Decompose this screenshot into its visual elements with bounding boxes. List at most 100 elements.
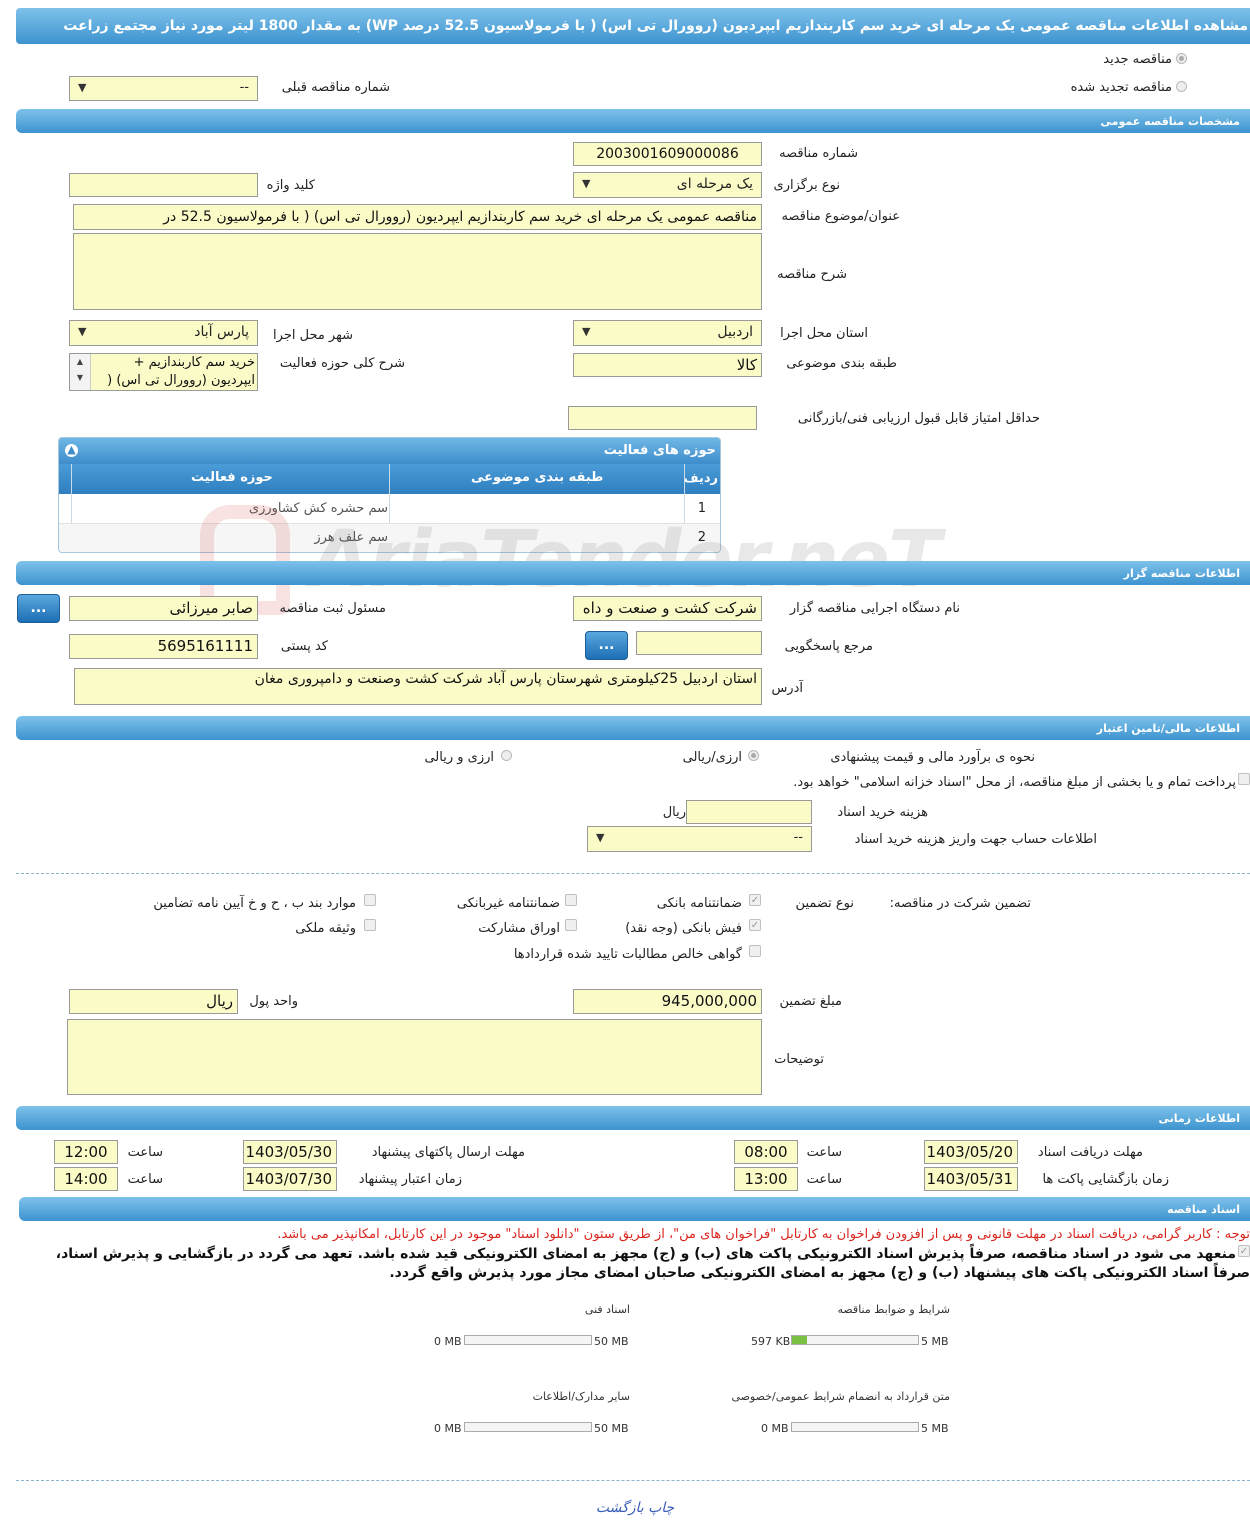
table-row: 1 سم حشره کش کشاورزی: [59, 495, 720, 524]
scope-listbox[interactable]: خرید سم کاربندازیم + ایپردیون (روورال تی…: [69, 353, 258, 391]
scope-line-2: ایپردیون (روورال تی اس) (: [107, 373, 255, 388]
divider: [16, 1480, 1250, 1481]
collapse-icon[interactable]: ▲: [65, 444, 78, 457]
subject-field[interactable]: مناقصه عمومی یک مرحله ای خرید سم کاربندا…: [73, 204, 762, 230]
resp-label: مسئول ثبت مناقصه: [279, 601, 386, 616]
currency-field[interactable]: ریال: [69, 989, 238, 1014]
divider: [16, 873, 1250, 874]
print-link[interactable]: چاپ: [648, 1500, 674, 1516]
docs-section-header: اسناد مناقصه: [19, 1197, 1250, 1221]
bank-receipt-checkbox[interactable]: ✓: [749, 919, 761, 931]
col-scope-header: حوزه فعالیت: [191, 470, 273, 485]
send-time[interactable]: 12:00: [54, 1140, 118, 1164]
province-select[interactable]: اردبیل ▼: [573, 320, 762, 346]
account-select[interactable]: -- ▼: [587, 826, 812, 852]
new-tender-label: مناقصه جدید: [1103, 52, 1172, 67]
both-label: ارزی و ریالی: [424, 750, 494, 765]
commit-checkbox[interactable]: ✓: [1238, 1245, 1250, 1257]
min-score-field[interactable]: [568, 406, 757, 430]
doc-contract-title: متن قرارداد به انضمام شرایط عمومی/خصوصی: [731, 1390, 950, 1403]
tender-number-field[interactable]: 2003001609000086: [573, 142, 762, 166]
min-score-label: حداقل امتیاز قابل قبول ارزیابی فنی/بازرگ…: [797, 411, 1040, 426]
bonds-checkbox[interactable]: [565, 919, 577, 931]
clauses-checkbox[interactable]: [364, 894, 376, 906]
commit-text-2: صرفاً اسناد الکترونیکی پاکت های پیشنهاد …: [389, 1265, 1250, 1281]
open-time[interactable]: 13:00: [734, 1167, 798, 1191]
activity-grid: حوزه های فعالیت ▲ ردیف طبقه بندی موضوعی …: [58, 437, 721, 553]
chevron-down-icon: ▼: [596, 831, 605, 844]
address-label: آدرس: [771, 681, 803, 696]
rial-label: ارزی/ریالی: [682, 750, 742, 765]
scroll-arrows-icon[interactable]: ▲ ▼: [70, 354, 91, 390]
finance-section-header: اطلاعات مالی/تامین اعتبار: [16, 716, 1250, 740]
chevron-down-icon: ▼: [78, 325, 87, 338]
non-bank-guarantee-label: ضمانتنامه غیربانکی: [456, 896, 560, 911]
chevron-down-icon: ▼: [78, 81, 87, 94]
rial-radio[interactable]: [748, 750, 759, 761]
city-select[interactable]: پارس آباد ▼: [69, 320, 258, 346]
currency-label: واحد پول: [249, 994, 298, 1009]
doc-terms-used: 597 KB: [751, 1335, 791, 1348]
doc-terms-max: 5 MB: [921, 1335, 949, 1348]
doc-receive-date[interactable]: 1403/05/20: [924, 1140, 1018, 1164]
description-label: شرح مناقصه: [777, 267, 847, 282]
doc-contract-used: 0 MB: [761, 1422, 789, 1435]
type-label: نوع برگزاری: [773, 178, 840, 193]
keyword-input[interactable]: [69, 173, 258, 197]
select-responsible-button[interactable]: ...: [17, 594, 60, 623]
select-reference-button[interactable]: ...: [585, 631, 628, 660]
doc-cost-field[interactable]: [686, 800, 812, 824]
notes-field[interactable]: [67, 1019, 762, 1095]
doc-receive-time[interactable]: 08:00: [734, 1140, 798, 1164]
doc-technical-progress: [464, 1335, 592, 1345]
send-label: مهلت ارسال پاکتهای پیشنهاد: [371, 1145, 525, 1160]
claims-checkbox[interactable]: [749, 945, 761, 957]
doc-other-used: 0 MB: [434, 1422, 462, 1435]
bank-guarantee-label: ضمانتنامه بانکی: [656, 896, 742, 911]
postal-field[interactable]: 5695161111: [69, 634, 258, 659]
doc-technical-title: اسناد فنی: [584, 1303, 630, 1316]
both-radio[interactable]: [501, 750, 512, 761]
prev-number-select[interactable]: -- ▼: [69, 76, 258, 101]
province-label: استان محل اجرا: [780, 326, 868, 341]
amount-label: مبلغ تضمین: [779, 994, 842, 1009]
new-tender-radio[interactable]: [1176, 53, 1187, 64]
table-row: 2 سم علف هرز: [59, 524, 720, 552]
non-bank-guarantee-checkbox[interactable]: [565, 894, 577, 906]
activity-grid-title-bar: حوزه های فعالیت ▲: [59, 438, 720, 464]
ref-label: مرجع پاسخگویی: [784, 639, 873, 654]
open-label: زمان بازگشایی پاکت ها: [1042, 1172, 1169, 1187]
doc-terms-progress: [791, 1335, 919, 1345]
property-checkbox[interactable]: [364, 919, 376, 931]
bonds-label: اوراق مشارکت: [478, 921, 560, 936]
resp-field[interactable]: صابر میرزائی: [69, 596, 258, 621]
general-section-header: مشخصات مناقصه عمومی: [16, 109, 1250, 133]
valid-time[interactable]: 14:00: [54, 1167, 118, 1191]
valid-label: زمان اعتبار پیشنهاد: [358, 1172, 462, 1187]
doc-other-progress: [464, 1422, 592, 1432]
clauses-label: موارد بند ب ، ح و خ آیین نامه تضامین: [153, 896, 356, 911]
guarantee-label: تضمین شرکت در مناقصه:: [889, 896, 1031, 911]
org-field[interactable]: شرکت کشت و صنعت و داه: [573, 596, 762, 621]
category-field[interactable]: کالا: [573, 353, 762, 377]
back-link[interactable]: بازگشت: [596, 1500, 644, 1516]
page-title: مشاهده اطلاعات مناقصه عمومی یک مرحله ای …: [63, 18, 1248, 34]
send-date[interactable]: 1403/05/30: [243, 1140, 337, 1164]
prev-number-label: شماره مناقصه قبلی: [281, 80, 390, 95]
address-field[interactable]: استان اردبیل 25کیلومتری شهرستان پارس آبا…: [74, 668, 762, 705]
method-label: نحوه ی برآورد مالی و قیمت پیشنهادی: [830, 750, 1035, 765]
treasury-checkbox[interactable]: [1238, 773, 1250, 785]
bank-guarantee-checkbox[interactable]: ✓: [749, 894, 761, 906]
type-select[interactable]: یک مرحله ای ▼: [573, 172, 762, 198]
scope-label: شرح کلی حوزه فعالیت: [279, 356, 405, 371]
amount-field[interactable]: 945,000,000: [573, 989, 762, 1014]
doc-receive-time-label: ساعت: [806, 1145, 842, 1160]
open-date[interactable]: 1403/05/31: [924, 1167, 1018, 1191]
renewed-tender-radio[interactable]: [1176, 81, 1187, 92]
description-field[interactable]: [73, 233, 762, 310]
property-label: وثیقه ملکی: [295, 921, 356, 936]
postal-label: کد پستی: [280, 639, 328, 654]
doc-other-max: 50 MB: [594, 1422, 629, 1435]
valid-date[interactable]: 1403/07/30: [243, 1167, 337, 1191]
ref-field[interactable]: [636, 631, 762, 655]
